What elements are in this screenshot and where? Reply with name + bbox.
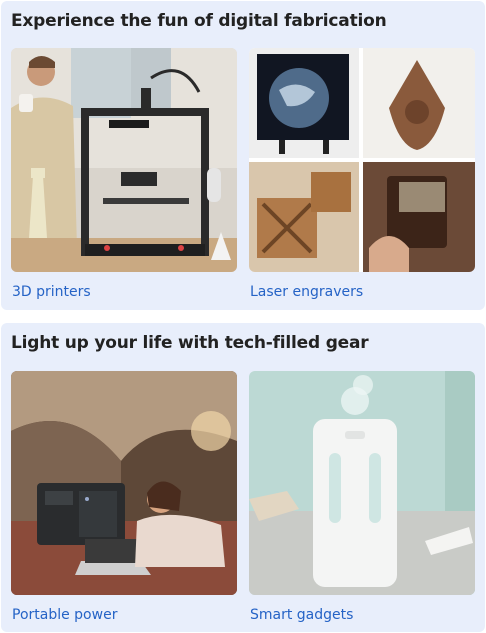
tile-label: Smart gadgets	[250, 607, 354, 623]
smart-gadgets-image	[249, 371, 475, 595]
tile-3d-printers[interactable]: 3D printers	[11, 48, 237, 303]
section-card-tech-gear: Light up your life with tech-filled gear	[1, 323, 485, 632]
tile-portable-power[interactable]: Portable power	[11, 371, 237, 626]
section-card-digital-fabrication: Experience the fun of digital fabricatio…	[1, 1, 485, 310]
tile-label: Portable power	[12, 607, 118, 623]
tile-label: 3D printers	[12, 284, 91, 300]
laser-engraver-collage-image	[249, 48, 475, 272]
tile-label: Laser engravers	[250, 284, 364, 300]
tile-laser-engravers[interactable]: Laser engravers	[249, 48, 475, 303]
section-title: Light up your life with tech-filled gear	[11, 333, 369, 353]
tile-smart-gadgets[interactable]: Smart gadgets	[249, 371, 475, 626]
portable-power-image	[11, 371, 237, 595]
3d-printer-image	[11, 48, 237, 272]
section-title: Experience the fun of digital fabricatio…	[11, 11, 387, 31]
